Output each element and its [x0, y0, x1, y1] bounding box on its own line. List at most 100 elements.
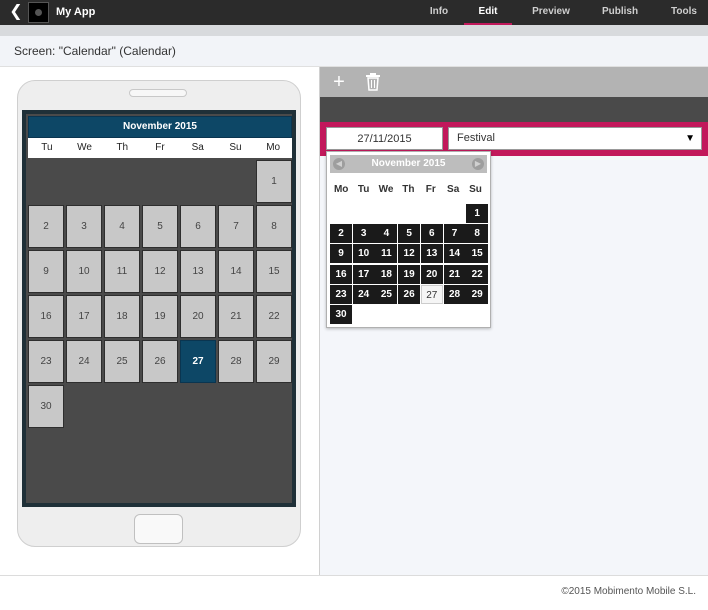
- event-type-value: Festival: [457, 132, 495, 144]
- calendar-day[interactable]: 14: [218, 250, 254, 293]
- plus-icon[interactable]: +: [328, 71, 350, 93]
- tab-info[interactable]: Info: [418, 0, 460, 25]
- tab-publish[interactable]: Publish: [594, 0, 646, 25]
- tab-tools[interactable]: Tools: [662, 0, 706, 25]
- phone-screen: November 2015 Tu We Th Fr Sa Su Mo 1 2 3 4 5 6 7 8 9 10…: [22, 110, 296, 507]
- date-picker-weekdays: Mo Tu We Th Fr Sa Su: [330, 181, 487, 199]
- chevron-left-icon[interactable]: ❮: [8, 3, 24, 21]
- date-picker-month: November 2015: [371, 158, 446, 169]
- calendar-month-title: November 2015: [28, 116, 292, 138]
- date-picker-day[interactable]: 18: [375, 264, 398, 284]
- screen-title: Screen: "Calendar" (Calendar): [14, 44, 176, 58]
- preview-panel: November 2015 Tu We Th Fr Sa Su Mo 1 2 3 4 5 6 7 8 9 10…: [0, 67, 320, 575]
- date-picker-day[interactable]: 20: [420, 264, 443, 284]
- date-picker-day[interactable]: 7: [443, 224, 466, 244]
- date-picker-day[interactable]: 25: [375, 284, 398, 304]
- calendar-weekday: Su: [229, 142, 242, 153]
- calendar-day[interactable]: 2: [28, 205, 64, 248]
- date-picker-day[interactable]: 14: [443, 244, 466, 264]
- date-picker-day[interactable]: 13: [420, 244, 443, 264]
- calendar-day[interactable]: 3: [66, 205, 102, 248]
- date-picker-day[interactable]: 30: [330, 305, 352, 324]
- app-icon: [28, 2, 49, 23]
- date-picker-day[interactable]: 8: [466, 224, 489, 244]
- calendar-day-selected[interactable]: 27: [180, 340, 216, 383]
- next-arrow-icon[interactable]: ▶: [472, 158, 484, 170]
- date-picker-weekday: Sa: [447, 184, 460, 195]
- top-bar: ❮ My App Info Edit Preview Publish Tools: [0, 0, 708, 25]
- calendar-day[interactable]: 12: [142, 250, 178, 293]
- calendar-day[interactable]: 9: [28, 250, 64, 293]
- screen-bar: Screen: "Calendar" (Calendar): [0, 36, 708, 67]
- calendar-day[interactable]: 11: [104, 250, 140, 293]
- date-picker-day[interactable]: 10: [352, 244, 375, 264]
- trash-icon[interactable]: [362, 71, 384, 93]
- date-picker-day[interactable]: 16: [330, 264, 352, 284]
- calendar-weekday: Fr: [155, 142, 165, 153]
- calendar-weekday: We: [77, 142, 92, 153]
- footer: ©2015 Mobimento Mobile S.L.: [0, 575, 708, 610]
- calendar-day[interactable]: 6: [180, 205, 216, 248]
- calendar-day[interactable]: 22: [256, 295, 292, 338]
- calendar-day[interactable]: 24: [66, 340, 102, 383]
- calendar-weekdays: Tu We Th Fr Sa Su Mo: [28, 138, 292, 158]
- date-picker-day[interactable]: 9: [330, 244, 352, 264]
- date-picker-day[interactable]: 26: [398, 284, 421, 304]
- date-picker-day[interactable]: 4: [375, 224, 398, 244]
- date-input[interactable]: [326, 127, 443, 150]
- date-picker-day[interactable]: 2: [330, 224, 352, 244]
- date-picker-day[interactable]: 5: [398, 224, 421, 244]
- calendar-day[interactable]: 10: [66, 250, 102, 293]
- date-picker-day[interactable]: 15: [466, 244, 489, 264]
- date-picker-weekday: Th: [402, 184, 415, 195]
- calendar-day[interactable]: 26: [142, 340, 178, 383]
- calendar-day[interactable]: 15: [256, 250, 292, 293]
- calendar-weekday: Tu: [41, 142, 53, 153]
- calendar-day[interactable]: 29: [256, 340, 292, 383]
- app-name: My App: [56, 6, 96, 18]
- calendar-day[interactable]: 23: [28, 340, 64, 383]
- date-picker-day[interactable]: 11: [375, 244, 398, 264]
- caret-down-icon: ▼: [685, 133, 695, 144]
- date-picker-weekday: Mo: [333, 184, 349, 195]
- calendar-day[interactable]: 8: [256, 205, 292, 248]
- calendar-weekday: Sa: [191, 142, 204, 153]
- date-picker-day[interactable]: 28: [443, 284, 466, 304]
- phone-home-button[interactable]: [134, 514, 183, 544]
- date-picker-day[interactable]: 24: [352, 284, 375, 304]
- phone-speaker: [129, 89, 187, 97]
- tab-preview[interactable]: Preview: [522, 0, 580, 25]
- calendar-day[interactable]: 25: [104, 340, 140, 383]
- calendar-day[interactable]: 16: [28, 295, 64, 338]
- calendar-day[interactable]: 18: [104, 295, 140, 338]
- date-picker-day[interactable]: 22: [466, 264, 489, 284]
- date-picker-weekday: We: [378, 184, 394, 195]
- calendar-day[interactable]: 1: [256, 160, 292, 203]
- date-picker-day[interactable]: 17: [352, 264, 375, 284]
- calendar-day[interactable]: 28: [218, 340, 254, 383]
- event-type-select[interactable]: Festival ▼: [448, 127, 702, 150]
- date-picker-day[interactable]: 21: [443, 264, 466, 284]
- editor-toolbar: +: [320, 67, 708, 97]
- date-picker-day[interactable]: 12: [398, 244, 421, 264]
- date-picker-day[interactable]: 1: [466, 204, 489, 223]
- editor-panel: + Festival ▼ ◀ November 2015 ▶ Mo Tu We Th F…: [320, 67, 708, 575]
- date-picker-day[interactable]: 3: [352, 224, 375, 244]
- calendar-day[interactable]: 21: [218, 295, 254, 338]
- calendar-day[interactable]: 20: [180, 295, 216, 338]
- tab-edit[interactable]: Edit: [464, 0, 512, 25]
- calendar-day[interactable]: 4: [104, 205, 140, 248]
- calendar-day[interactable]: 19: [142, 295, 178, 338]
- date-picker-day[interactable]: 29: [466, 284, 489, 304]
- prev-arrow-icon[interactable]: ◀: [333, 158, 345, 170]
- date-picker-day[interactable]: 19: [398, 264, 421, 284]
- calendar-day[interactable]: 30: [28, 385, 64, 428]
- date-picker-day-selected[interactable]: 27: [420, 284, 443, 304]
- calendar-day[interactable]: 17: [66, 295, 102, 338]
- calendar-day[interactable]: 7: [218, 205, 254, 248]
- calendar-day[interactable]: 13: [180, 250, 216, 293]
- date-picker-day[interactable]: 23: [330, 284, 352, 304]
- calendar-day[interactable]: 5: [142, 205, 178, 248]
- date-picker-day[interactable]: 6: [420, 224, 443, 244]
- copyright-text: ©2015 Mobimento Mobile S.L.: [561, 586, 696, 597]
